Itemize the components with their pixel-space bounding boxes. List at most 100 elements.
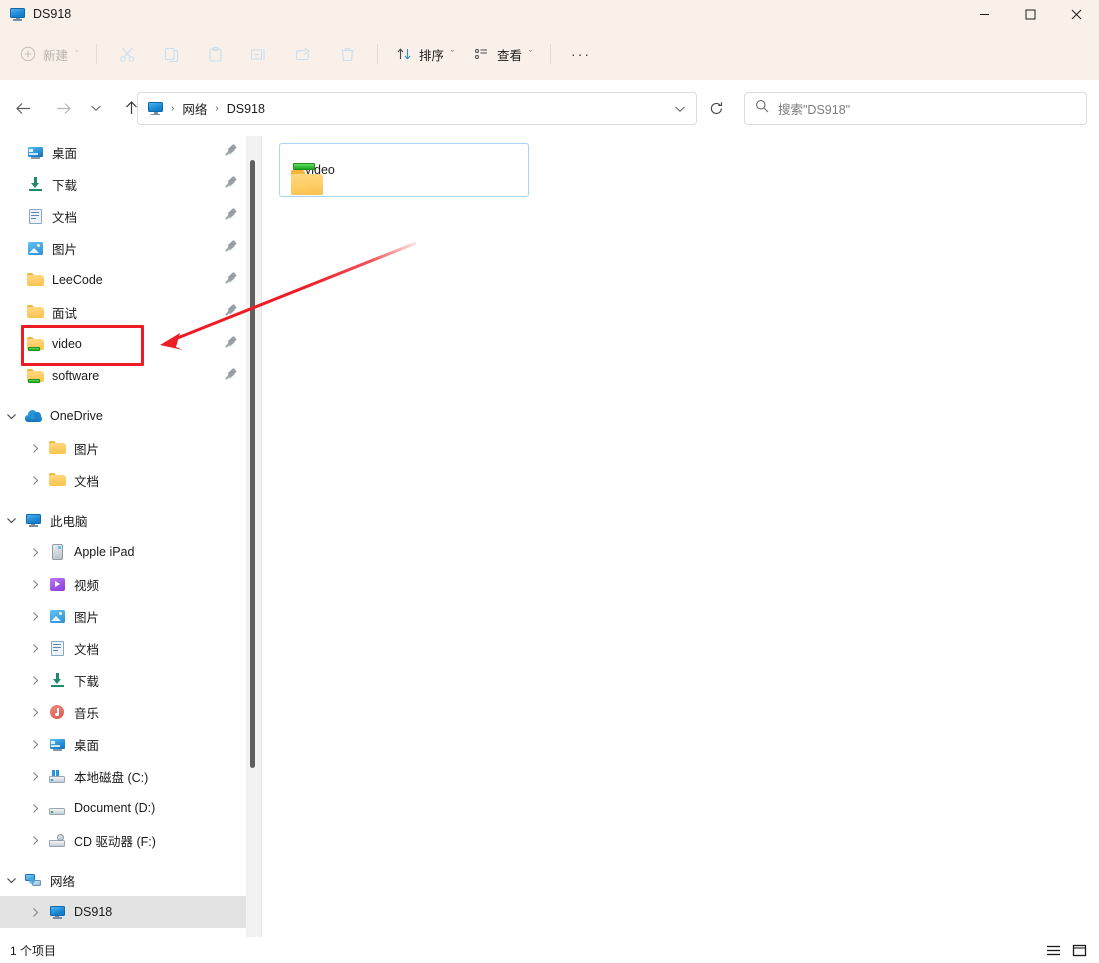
share-icon: [294, 46, 312, 63]
sidebar-item-ds918[interactable]: DS918: [0, 896, 246, 928]
folder-icon: [46, 473, 68, 487]
chevron-right-icon[interactable]: [24, 907, 46, 918]
sidebar-item-label: 图片: [74, 610, 100, 625]
chevron-right-icon[interactable]: [24, 579, 46, 590]
chevron-down-icon[interactable]: [0, 516, 22, 525]
chevron-right-icon[interactable]: [24, 739, 46, 750]
sidebar-item-pictures[interactable]: 图片: [0, 232, 246, 264]
recent-locations-button[interactable]: [84, 93, 108, 123]
minimize-button[interactable]: [961, 0, 1007, 28]
copy-button[interactable]: [149, 38, 193, 70]
chevron-right-icon[interactable]: [24, 771, 46, 782]
file-item-video[interactable]: video: [279, 143, 529, 197]
sidebar-item-pc-documents[interactable]: 文档: [0, 632, 246, 664]
breadcrumb-root[interactable]: [142, 95, 169, 122]
forward-button[interactable]: [48, 93, 78, 123]
more-options-button[interactable]: ···: [559, 38, 603, 70]
pin-icon[interactable]: [224, 367, 238, 383]
sidebar-item-label: 音乐: [74, 706, 100, 721]
view-toggle-group: [1041, 939, 1091, 961]
delete-button[interactable]: [325, 38, 369, 70]
sidebar-item-leecode[interactable]: LeeCode: [0, 264, 246, 296]
chevron-right-icon[interactable]: [24, 643, 46, 654]
chevron-right-icon[interactable]: [24, 475, 46, 486]
pin-icon[interactable]: [224, 143, 238, 159]
sidebar-item-mianshi[interactable]: 面试: [0, 296, 246, 328]
new-button-label: 新建: [43, 48, 69, 63]
address-bar[interactable]: › 网络 › DS918: [137, 92, 697, 125]
breadcrumb-item-ds918[interactable]: DS918: [221, 95, 271, 122]
list-view-icon[interactable]: [1041, 939, 1065, 961]
chevron-right-icon[interactable]: [24, 611, 46, 622]
sidebar-item-pc-downloads[interactable]: 下载: [0, 664, 246, 696]
paste-button[interactable]: [193, 38, 237, 70]
navigation-pane[interactable]: 桌面 下载 文档 图片 LeeCode 面试 video software On…: [0, 136, 246, 937]
paste-icon: [207, 46, 224, 63]
maximize-button[interactable]: [1007, 0, 1053, 28]
search-box[interactable]: 搜索"DS918": [744, 92, 1087, 125]
music-icon: [46, 705, 68, 719]
sidebar-item-videos[interactable]: 视频: [0, 568, 246, 600]
new-button[interactable]: 新建 ˇ: [10, 38, 88, 70]
pin-icon[interactable]: [224, 207, 238, 223]
breadcrumb-item-network[interactable]: 网络: [176, 95, 213, 122]
file-list-pane[interactable]: video: [262, 136, 1099, 937]
sort-button[interactable]: 排序 ˇ: [386, 38, 464, 70]
plus-circle-icon: [20, 46, 36, 62]
ellipsis-icon: ···: [571, 46, 592, 62]
sidebar-item-label: 图片: [52, 242, 78, 257]
chevron-right-icon[interactable]: [24, 547, 46, 558]
chevron-down-icon[interactable]: [0, 412, 22, 421]
rename-button[interactable]: [237, 38, 281, 70]
sidebar-item-network[interactable]: 网络: [0, 864, 246, 896]
pin-icon[interactable]: [224, 335, 238, 351]
sidebar-item-downloads[interactable]: 下载: [0, 168, 246, 200]
sidebar-item-pc-pictures[interactable]: 图片: [0, 600, 246, 632]
sidebar-item-local-disk-c[interactable]: 本地磁盘 (C:): [0, 760, 246, 792]
view-button[interactable]: 查看 ˇ: [464, 38, 542, 70]
pin-icon[interactable]: [224, 239, 238, 255]
cut-button[interactable]: [105, 38, 149, 70]
shared-folder-icon: [24, 369, 46, 383]
refresh-button[interactable]: [698, 92, 734, 125]
share-button[interactable]: [281, 38, 325, 70]
sidebar-item-cd-drive-f[interactable]: CD 驱动器 (F:): [0, 824, 246, 856]
sidebar-item-apple-ipad[interactable]: Apple iPad: [0, 536, 246, 568]
document-icon: [46, 640, 68, 656]
back-button[interactable]: [8, 93, 38, 123]
sidebar-item-onedrive-pictures[interactable]: 图片: [0, 432, 246, 464]
address-dropdown-button[interactable]: [668, 94, 692, 124]
download-icon: [24, 177, 46, 191]
chevron-down-icon: ˇ: [75, 49, 79, 59]
sidebar-scrollbar-thumb[interactable]: [250, 160, 255, 768]
sidebar-item-label: 桌面: [52, 146, 78, 161]
video-icon: [46, 577, 68, 591]
sidebar-item-label: 此电脑: [50, 514, 88, 529]
sidebar-item-this-pc[interactable]: 此电脑: [0, 504, 246, 536]
chevron-right-icon[interactable]: [24, 443, 46, 454]
sidebar-item-onedrive[interactable]: OneDrive: [0, 400, 246, 432]
sidebar-item-document-d[interactable]: Document (D:): [0, 792, 246, 824]
ipad-icon: [46, 544, 68, 560]
sidebar-item-onedrive-documents[interactable]: 文档: [0, 464, 246, 496]
pin-icon[interactable]: [224, 303, 238, 319]
sidebar-item-desktop[interactable]: 桌面: [0, 136, 246, 168]
pin-icon[interactable]: [224, 271, 238, 287]
desktop-icon: [46, 738, 68, 751]
breadcrumb-separator: ›: [171, 103, 175, 114]
chevron-down-icon[interactable]: [0, 876, 22, 885]
pin-icon[interactable]: [224, 175, 238, 191]
chevron-right-icon[interactable]: [24, 675, 46, 686]
close-button[interactable]: [1053, 0, 1099, 28]
sidebar-item-pc-desktop[interactable]: 桌面: [0, 728, 246, 760]
large-icons-view-icon[interactable]: [1067, 939, 1091, 961]
search-input[interactable]: 搜索"DS918": [778, 99, 850, 118]
cd-drive-icon: [46, 833, 68, 847]
sidebar-item-label: OneDrive: [50, 409, 103, 423]
sidebar-item-music[interactable]: 音乐: [0, 696, 246, 728]
chevron-right-icon[interactable]: [24, 835, 46, 846]
desktop-icon: [24, 146, 46, 159]
sidebar-item-documents[interactable]: 文档: [0, 200, 246, 232]
chevron-right-icon[interactable]: [24, 707, 46, 718]
chevron-right-icon[interactable]: [24, 803, 46, 814]
